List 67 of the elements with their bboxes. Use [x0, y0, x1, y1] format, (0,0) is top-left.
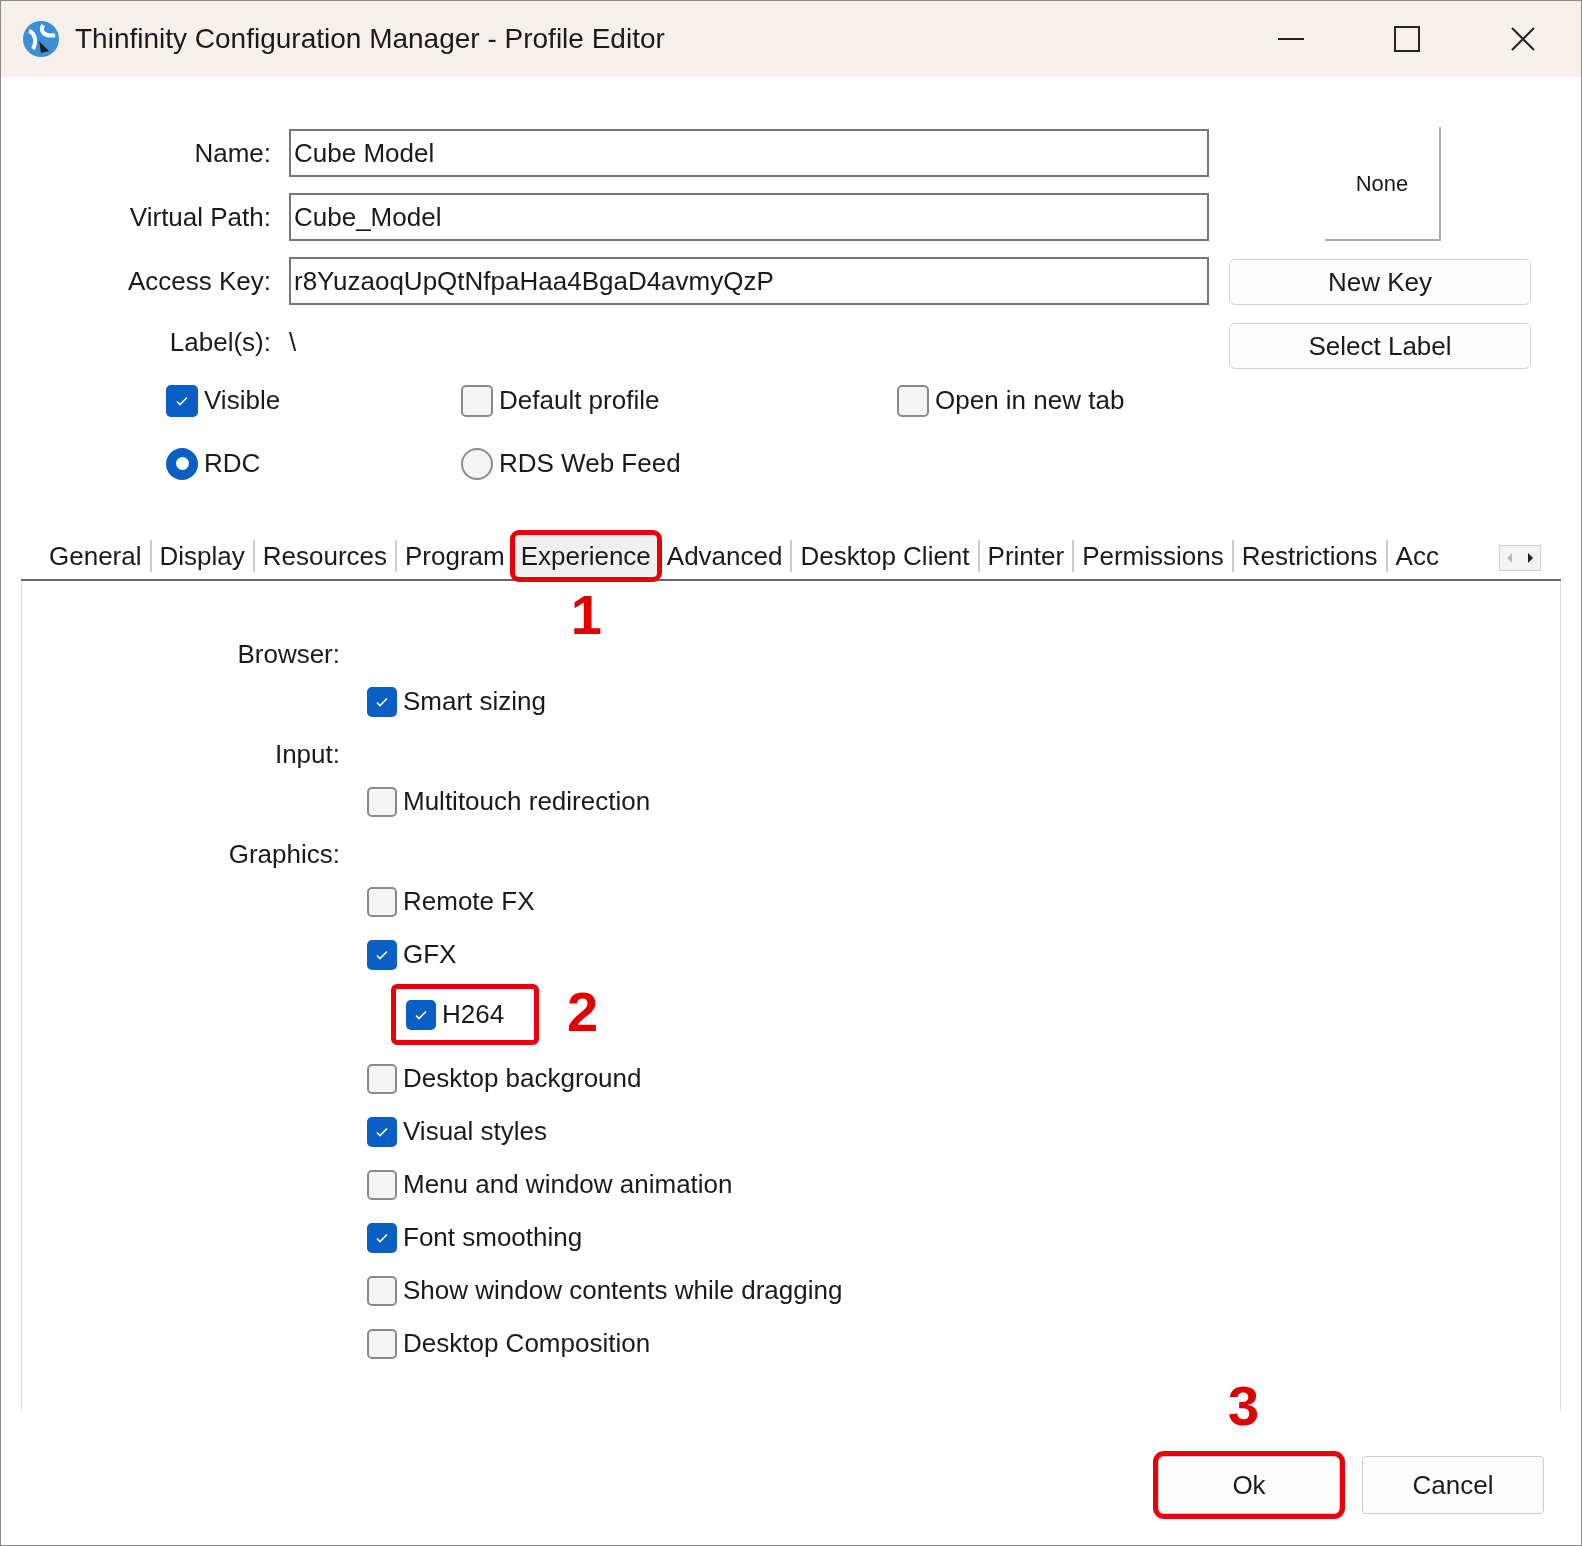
field-label: Label(s): — [168, 326, 272, 359]
option-label: Default profile — [499, 384, 660, 417]
text-field[interactable]: Cube Model — [289, 129, 1209, 177]
option-label: RDC — [204, 447, 261, 480]
side-button[interactable]: Select Label — [1229, 323, 1531, 369]
globe-icon — [21, 19, 61, 59]
dialog-button[interactable]: Cancel — [1362, 1456, 1544, 1514]
tab[interactable]: Advanced — [658, 533, 791, 579]
group-label: Graphics: — [227, 838, 340, 871]
checkbox[interactable] — [367, 686, 397, 717]
checkbox[interactable] — [367, 1328, 397, 1359]
label-value: \ — [289, 326, 297, 359]
checkbox-label: Show window contents while dragging — [403, 1274, 843, 1307]
checkbox-label: H264 — [442, 998, 505, 1031]
checkbox[interactable] — [406, 999, 436, 1030]
text-field[interactable]: Cube_Model — [289, 193, 1209, 241]
group-label: Browser: — [236, 638, 340, 671]
maximize-icon — [1394, 26, 1420, 52]
tab[interactable]: Resources — [254, 533, 396, 579]
callout-number: 1 — [570, 587, 602, 643]
checkbox-label: GFX — [403, 938, 457, 971]
tab[interactable]: Experience — [512, 533, 659, 579]
option-label: Open in new tab — [935, 384, 1125, 417]
group-label: Input: — [273, 738, 340, 771]
checkbox[interactable] — [367, 1116, 397, 1147]
field-label: Virtual Path: — [128, 200, 272, 234]
checkbox[interactable] — [367, 1222, 397, 1253]
callout-number: 3 — [1228, 1378, 1260, 1434]
radio-button[interactable] — [166, 447, 198, 480]
checkbox-label: Menu and window animation — [403, 1168, 733, 1201]
close-icon — [1510, 26, 1536, 52]
checkbox-label: Font smoothing — [403, 1221, 583, 1254]
tab[interactable]: Program — [397, 533, 513, 579]
checkbox[interactable] — [367, 1169, 397, 1200]
checkbox[interactable] — [367, 1275, 397, 1306]
tab[interactable]: General — [41, 533, 150, 579]
checkbox[interactable] — [166, 384, 198, 417]
checkbox[interactable] — [367, 1063, 397, 1094]
checkbox[interactable] — [461, 384, 493, 417]
text-field[interactable]: r8YuzaoqUpQtNfpaHaa4BgaD4avmyQzP — [289, 257, 1209, 305]
tab[interactable]: Display — [151, 533, 253, 579]
checkbox[interactable] — [897, 384, 929, 417]
tab[interactable]: Desktop Client — [792, 533, 978, 579]
tab[interactable]: Printer — [979, 533, 1073, 579]
checkbox-label: Remote FX — [403, 885, 535, 918]
checkbox[interactable] — [367, 939, 397, 970]
checkbox-label: Smart sizing — [403, 685, 547, 718]
field-label: Name: — [193, 136, 272, 170]
tab[interactable]: Permissions — [1074, 533, 1232, 579]
checkbox[interactable] — [367, 786, 397, 817]
minimize-icon — [1278, 38, 1304, 40]
callout-number: 2 — [567, 984, 599, 1040]
window-title: Thinfinity Configuration Manager - Profile Editor — [75, 22, 665, 56]
side-button[interactable]: New Key — [1229, 259, 1531, 305]
icon-box[interactable]: None — [1325, 127, 1441, 241]
tab-scroll-arrows[interactable] — [1499, 545, 1541, 571]
checkbox-label: Desktop background — [403, 1062, 642, 1095]
checkbox-label: Visual styles — [403, 1115, 548, 1148]
option-label: RDS Web Feed — [499, 447, 681, 480]
checkbox[interactable] — [367, 886, 397, 917]
tab[interactable]: Restrictions — [1233, 533, 1386, 579]
checkbox-label: Desktop Composition — [403, 1327, 651, 1360]
field-label: Access Key: — [126, 264, 272, 298]
tab[interactable]: Acc — [1387, 533, 1447, 579]
radio-button[interactable] — [461, 447, 493, 480]
option-label: Visible — [204, 384, 281, 417]
checkbox-label: Multitouch redirection — [403, 785, 651, 818]
